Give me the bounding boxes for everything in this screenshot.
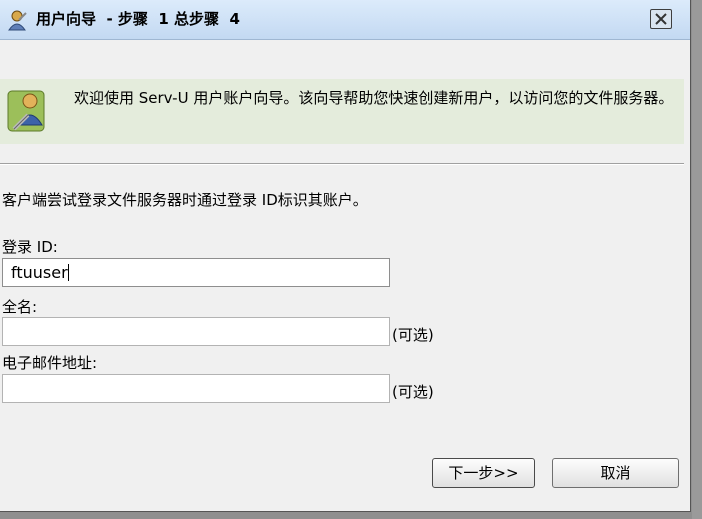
full-name-optional: (可选) bbox=[392, 326, 434, 344]
email-optional: (可选) bbox=[392, 383, 434, 401]
welcome-banner: 欢迎使用 Serv-U 用户账户向导。该向导帮助您快速创建新用户，以访问您的文件… bbox=[0, 79, 684, 144]
email-label: 电子邮件地址: bbox=[2, 354, 98, 372]
text-caret bbox=[67, 264, 69, 281]
user-wizard-icon bbox=[6, 87, 52, 135]
cancel-button[interactable]: 取消 bbox=[552, 458, 679, 488]
user-wizard-icon bbox=[6, 9, 28, 31]
title-bar[interactable]: 用户向导 - 步骤 1 总步骤 4 bbox=[0, 0, 690, 40]
window-title: 用户向导 - 步骤 1 总步骤 4 bbox=[36, 10, 240, 28]
email-input[interactable] bbox=[2, 374, 390, 403]
close-button[interactable] bbox=[650, 9, 672, 29]
login-id-value: ftuuser bbox=[11, 263, 68, 282]
welcome-text: 欢迎使用 Serv-U 用户账户向导。该向导帮助您快速创建新用户，以访问您的文件… bbox=[74, 89, 674, 107]
separator bbox=[0, 163, 684, 165]
background-window-edge bbox=[692, 0, 702, 519]
login-id-input[interactable]: ftuuser bbox=[2, 258, 390, 287]
full-name-label: 全名: bbox=[2, 298, 38, 316]
close-icon bbox=[655, 13, 667, 25]
intro-text: 客户端尝试登录文件服务器时通过登录 ID标识其账户。 bbox=[2, 191, 368, 209]
user-wizard-dialog: 用户向导 - 步骤 1 总步骤 4 欢迎使用 Serv-U 用户账户向导。该向导… bbox=[0, 0, 691, 512]
login-id-label: 登录 ID: bbox=[2, 238, 58, 256]
full-name-input[interactable] bbox=[2, 317, 390, 346]
next-button[interactable]: 下一步>> bbox=[432, 458, 535, 488]
